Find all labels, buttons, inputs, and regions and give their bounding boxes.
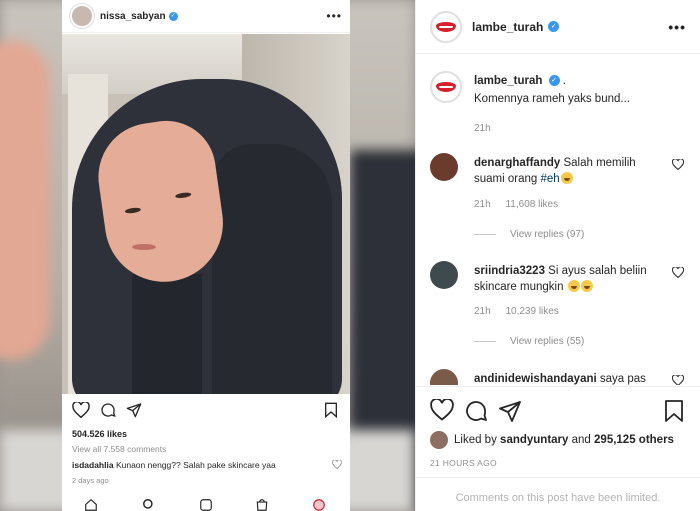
post-username[interactable]: lambe_turah — [472, 20, 543, 34]
verified-icon: ✓ — [548, 75, 560, 87]
comment-text: andinidewishandayani saya pas — [474, 371, 664, 385]
view-replies-button[interactable]: View replies (97) — [474, 229, 584, 240]
embedded-likes: 504.526 likes — [72, 429, 128, 439]
caption-time[interactable]: 21h — [474, 123, 491, 134]
caption-text: Komennya rameh yaks bund... — [474, 93, 630, 105]
comment-username[interactable]: denarghaffandy — [474, 157, 560, 169]
like-button-heart-icon[interactable] — [430, 399, 454, 421]
embedded-bottom-nav — [62, 495, 350, 511]
avatar[interactable] — [430, 10, 462, 43]
laughing-emoji-icon — [580, 280, 593, 292]
post-header: lambe_turah ✓ ••• — [416, 0, 700, 54]
like-comment-heart-icon[interactable] — [672, 159, 684, 170]
more-options-icon[interactable]: ••• — [668, 19, 686, 35]
embedded-time-ago: 2 days ago — [72, 476, 109, 485]
comments-limited-notice: Comments on this post have been limited. — [416, 477, 700, 511]
avatar[interactable] — [430, 369, 458, 385]
embedded-screenshot: nissa_sabyan ✓ ••• 504.526 likes View al… — [62, 0, 350, 511]
photo-eye-right — [175, 191, 192, 199]
liked-by-prefix: Liked by — [454, 434, 497, 446]
comment-meta: 21h 10,239 likes — [474, 306, 559, 317]
embedded-comment: isdadahlia Kunaon nengg?? Salah pake ski… — [72, 460, 276, 470]
shop-icon — [255, 498, 269, 511]
comment-body: saya pas — [599, 373, 646, 385]
comment-button-icon[interactable] — [464, 399, 488, 423]
replies-divider — [474, 340, 496, 342]
view-replies-label: View replies (97) — [510, 229, 585, 240]
comments-list[interactable]: lambe_turah ✓ . Komennya rameh yaks bund… — [416, 55, 700, 385]
comment-likes[interactable]: 10,239 likes — [505, 306, 558, 317]
liked-by: Liked by sandyuntary and 295,125 others — [430, 431, 674, 449]
heart-icon — [72, 402, 90, 418]
hashtag-link[interactable]: #eh — [541, 173, 560, 185]
verified-icon: ✓ — [168, 11, 178, 21]
comment-time[interactable]: 21h — [474, 306, 491, 317]
photo-eye-left — [124, 206, 142, 215]
liked-by-user[interactable]: sandyuntary — [500, 434, 568, 446]
comment-username[interactable]: sriindria3223 — [474, 265, 545, 277]
avatar — [430, 431, 448, 449]
liked-by-others[interactable]: 295,125 others — [594, 434, 674, 446]
share-icon — [126, 403, 142, 418]
embedded-action-bar — [62, 398, 350, 424]
avatar — [70, 4, 94, 28]
embedded-comment-user: isdadahlia — [72, 460, 114, 470]
bookmark-icon — [325, 402, 337, 418]
comment-text: denarghaffandy Salah memilih suami orang… — [474, 155, 664, 187]
action-bar — [430, 399, 686, 423]
post-action-section: Liked by sandyuntary and 295,125 others … — [416, 386, 700, 511]
more-options-icon: ••• — [326, 9, 342, 23]
like-comment-heart-icon[interactable] — [672, 375, 684, 385]
comment-username[interactable]: andinidewishandayani — [474, 373, 597, 385]
caption-username[interactable]: lambe_turah — [474, 75, 542, 87]
background-face — [0, 40, 50, 360]
avatar[interactable] — [430, 71, 462, 103]
embedded-view-all-comments: View all 7.558 comments — [72, 444, 167, 454]
comment-text: sriindria3223 Si ayus salah beliin skinc… — [474, 263, 664, 295]
post-media[interactable]: nissa_sabyan ✓ ••• 504.526 likes View al… — [0, 0, 415, 511]
profile-icon — [312, 498, 326, 511]
save-bookmark-icon[interactable] — [664, 399, 684, 423]
post-side-panel: lambe_turah ✓ ••• lambe_turah ✓ . Komenn… — [415, 0, 700, 511]
embedded-post-header: nissa_sabyan ✓ ••• — [62, 0, 350, 33]
avatar[interactable] — [430, 261, 458, 289]
lips-logo-icon — [436, 21, 456, 32]
home-icon — [84, 498, 98, 511]
view-replies-button[interactable]: View replies (55) — [474, 336, 584, 347]
post-timestamp[interactable]: 21 HOURS AGO — [430, 458, 497, 468]
comment-meta: 21h 11,608 likes — [474, 199, 558, 210]
reels-icon — [199, 498, 213, 511]
photo-hijab-drape — [212, 144, 332, 394]
avatar[interactable] — [430, 153, 458, 181]
share-button-icon[interactable] — [498, 399, 522, 423]
verified-icon: ✓ — [548, 21, 560, 32]
search-icon — [142, 498, 156, 511]
caption-header: lambe_turah ✓ . — [474, 75, 566, 87]
laughing-emoji-icon — [560, 172, 573, 184]
photo-neck — [132, 274, 202, 394]
comment-icon — [101, 403, 116, 418]
comment-time[interactable]: 21h — [474, 199, 491, 210]
like-comment-heart-icon[interactable] — [672, 267, 684, 278]
laughing-emoji-icon — [567, 280, 580, 292]
lips-logo-icon — [436, 82, 456, 92]
embedded-comment-text: Kunaon nengg?? Salah pake skincare yaa — [115, 460, 276, 470]
caption-suffix: . — [562, 75, 566, 87]
embedded-username: nissa_sabyan — [100, 10, 166, 22]
comment-likes[interactable]: 11,608 likes — [505, 199, 558, 210]
photo-lips — [132, 244, 156, 250]
replies-divider — [474, 233, 496, 235]
view-replies-label: View replies (55) — [510, 336, 585, 347]
selfie-photo — [62, 34, 350, 394]
liked-by-and: and — [571, 434, 591, 446]
heart-icon — [332, 460, 342, 469]
